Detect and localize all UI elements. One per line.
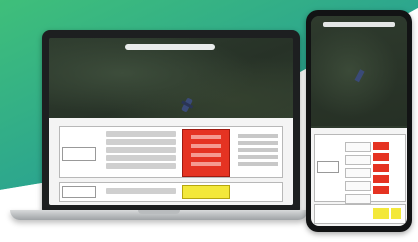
item-line [106, 147, 176, 153]
phone-device [306, 10, 412, 232]
item-cell [345, 142, 371, 152]
note-column [238, 131, 278, 173]
alert-status-cell [373, 186, 389, 194]
alert-text-line [191, 153, 221, 157]
promo-graphic [0, 0, 418, 242]
aerial-map [49, 38, 293, 126]
warning-status-cell [391, 208, 401, 219]
status-panel [311, 128, 407, 226]
alert-status-cell [373, 175, 389, 183]
warning-status-cell [182, 185, 230, 199]
address-bar [125, 44, 215, 50]
note-line [238, 155, 278, 159]
item-line [106, 139, 176, 145]
item-column [102, 186, 180, 198]
laptop-screen [49, 38, 293, 205]
item-line [106, 131, 176, 137]
laptop-device [42, 30, 300, 211]
phone-screen [311, 16, 407, 226]
note-line [238, 148, 278, 152]
note-line [238, 162, 278, 166]
status-table-secondary [59, 182, 283, 202]
row-header-cell [62, 186, 96, 198]
item-cell [345, 155, 371, 165]
alert-text-line [191, 144, 221, 148]
item-line [106, 163, 176, 169]
laptop-lid [42, 30, 300, 211]
item-column [345, 139, 371, 204]
item-column [102, 129, 180, 175]
status-table-main [59, 126, 283, 178]
status-table-main [314, 134, 406, 204]
warning-status-cell [373, 208, 389, 219]
note-line [238, 134, 278, 138]
note-line [238, 141, 278, 145]
status-table-secondary [314, 204, 406, 224]
item-line [106, 188, 176, 194]
alert-status-cell [373, 164, 389, 172]
row-header-cell [62, 147, 96, 161]
laptop-notch [138, 210, 180, 214]
item-line [106, 155, 176, 161]
alert-text-line [191, 162, 221, 166]
status-panel [49, 118, 293, 205]
item-cell [345, 168, 371, 178]
alert-status-cell [182, 129, 230, 177]
alert-status-cell [373, 153, 389, 161]
item-cell [345, 194, 371, 204]
alert-status-column [373, 139, 389, 197]
address-bar [323, 22, 395, 27]
alert-text-line [191, 135, 221, 139]
row-header-cell [317, 161, 339, 173]
alert-status-cell [373, 142, 389, 150]
item-cell [345, 181, 371, 191]
